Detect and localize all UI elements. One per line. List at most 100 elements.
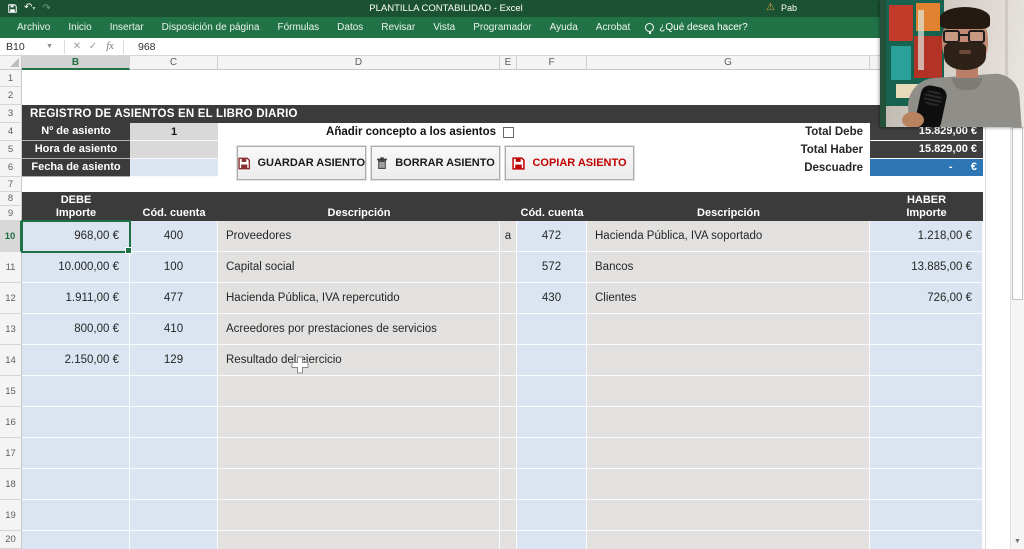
column-header-e[interactable]: E [500,56,517,70]
cell-c13[interactable]: 410 [130,314,218,345]
vertical-scrollbar[interactable]: ▼ [1010,70,1024,549]
cell-f15[interactable] [517,376,587,407]
row-header-13[interactable]: 13 [0,314,22,345]
cell-b17[interactable] [22,438,130,469]
cell-b19[interactable] [22,500,130,531]
info-value-hora[interactable] [130,141,218,159]
cell-c11[interactable]: 100 [130,252,218,283]
cell-d11[interactable]: Capital social [218,252,500,283]
cell-e16[interactable] [500,407,517,438]
insert-function-icon[interactable]: fx [101,41,119,52]
row-header-4[interactable]: 4 [0,123,22,141]
cell-b20[interactable] [22,531,130,549]
cell-c20[interactable] [130,531,218,549]
cell-d10[interactable]: Proveedores [218,221,500,252]
scrollbar-down-icon[interactable]: ▼ [1011,535,1024,549]
cell-b10[interactable]: 968,00 € [22,221,130,252]
cell-b14[interactable]: 2.150,00 € [22,345,130,376]
cell-g20[interactable] [587,531,870,549]
column-header-f[interactable]: F [517,56,587,70]
cell-c15[interactable] [130,376,218,407]
cell-e10[interactable]: a [500,221,517,252]
save-icon[interactable] [8,4,17,13]
cell-d13[interactable]: Acreedores por prestaciones de servicios [218,314,500,345]
cell-b11[interactable]: 10.000,00 € [22,252,130,283]
cell-f12[interactable]: 430 [517,283,587,314]
cell-g17[interactable] [587,438,870,469]
cell-f10[interactable]: 472 [517,221,587,252]
cancel-entry-icon[interactable]: ✕ [69,41,85,52]
cell-h16[interactable] [870,407,983,438]
cell-c16[interactable] [130,407,218,438]
row-header-6[interactable]: 6 [0,159,22,177]
row-header-20[interactable]: 20 [0,531,22,549]
cell-h17[interactable] [870,438,983,469]
cell-d16[interactable] [218,407,500,438]
select-all-corner[interactable] [0,56,22,70]
row-header-18[interactable]: 18 [0,469,22,500]
cell-c18[interactable] [130,469,218,500]
redo-icon[interactable]: ↷ [42,3,50,14]
row-header-2[interactable]: 2 [0,87,22,105]
row-header-10[interactable]: 10 [0,221,22,252]
confirm-entry-icon[interactable]: ✓ [85,41,101,52]
row-header-8[interactable]: 8 [0,192,22,206]
cell-h19[interactable] [870,500,983,531]
ribbon-tab-programador[interactable]: Programador [464,17,540,38]
cell-g13[interactable] [587,314,870,345]
cell-e19[interactable] [500,500,517,531]
ribbon-tab-vista[interactable]: Vista [424,17,464,38]
column-header-b[interactable]: B [22,56,130,70]
ribbon-tab-revisar[interactable]: Revisar [372,17,424,38]
row-header-5[interactable]: 5 [0,141,22,159]
cell-g18[interactable] [587,469,870,500]
row-header-12[interactable]: 12 [0,283,22,314]
cell-g14[interactable] [587,345,870,376]
row-header-17[interactable]: 17 [0,438,22,469]
cell-b15[interactable] [22,376,130,407]
scrollbar-thumb[interactable] [1012,127,1023,300]
cell-b12[interactable]: 1.911,00 € [22,283,130,314]
cell-g16[interactable] [587,407,870,438]
row-header-14[interactable]: 14 [0,345,22,376]
cell-e14[interactable] [500,345,517,376]
column-header-d[interactable]: D [218,56,500,70]
ribbon-tab-ayuda[interactable]: Ayuda [541,17,587,38]
cell-c12[interactable]: 477 [130,283,218,314]
cell-c17[interactable] [130,438,218,469]
cell-d12[interactable]: Hacienda Pública, IVA repercutido [218,283,500,314]
row-header-7[interactable]: 7 [0,177,22,192]
tell-me-box[interactable]: ¿Qué desea hacer? [645,22,748,34]
column-header-c[interactable]: C [130,56,218,70]
cell-h12[interactable]: 726,00 € [870,283,983,314]
undo-icon[interactable]: ↶▾ [24,3,35,14]
cell-f14[interactable] [517,345,587,376]
info-value-numero[interactable]: 1 [130,123,218,141]
cell-f13[interactable] [517,314,587,345]
cell-f16[interactable] [517,407,587,438]
cell-b16[interactable] [22,407,130,438]
borrar-asiento-button[interactable]: BORRAR ASIENTO [371,146,500,180]
cell-f19[interactable] [517,500,587,531]
cell-e12[interactable] [500,283,517,314]
cell-e11[interactable] [500,252,517,283]
cell-d15[interactable] [218,376,500,407]
cell-h10[interactable]: 1.218,00 € [870,221,983,252]
ribbon-tab-f-rmulas[interactable]: Fórmulas [268,17,328,38]
cell-e13[interactable] [500,314,517,345]
cell-g19[interactable] [587,500,870,531]
cell-c14[interactable]: 129 [130,345,218,376]
cell-g12[interactable]: Clientes [587,283,870,314]
cell-b13[interactable]: 800,00 € [22,314,130,345]
cell-d20[interactable] [218,531,500,549]
name-box-dropdown-icon[interactable]: ▼ [46,43,60,50]
cell-d14[interactable]: Resultado del ejercicio [218,345,500,376]
cell-e18[interactable] [500,469,517,500]
ribbon-tab-inicio[interactable]: Inicio [59,17,100,38]
cell-g15[interactable] [587,376,870,407]
account-user[interactable]: Pab [781,3,797,13]
cell-c19[interactable] [130,500,218,531]
add-concept-checkbox[interactable] [503,127,514,138]
ribbon-tab-insertar[interactable]: Insertar [101,17,153,38]
cell-f11[interactable]: 572 [517,252,587,283]
